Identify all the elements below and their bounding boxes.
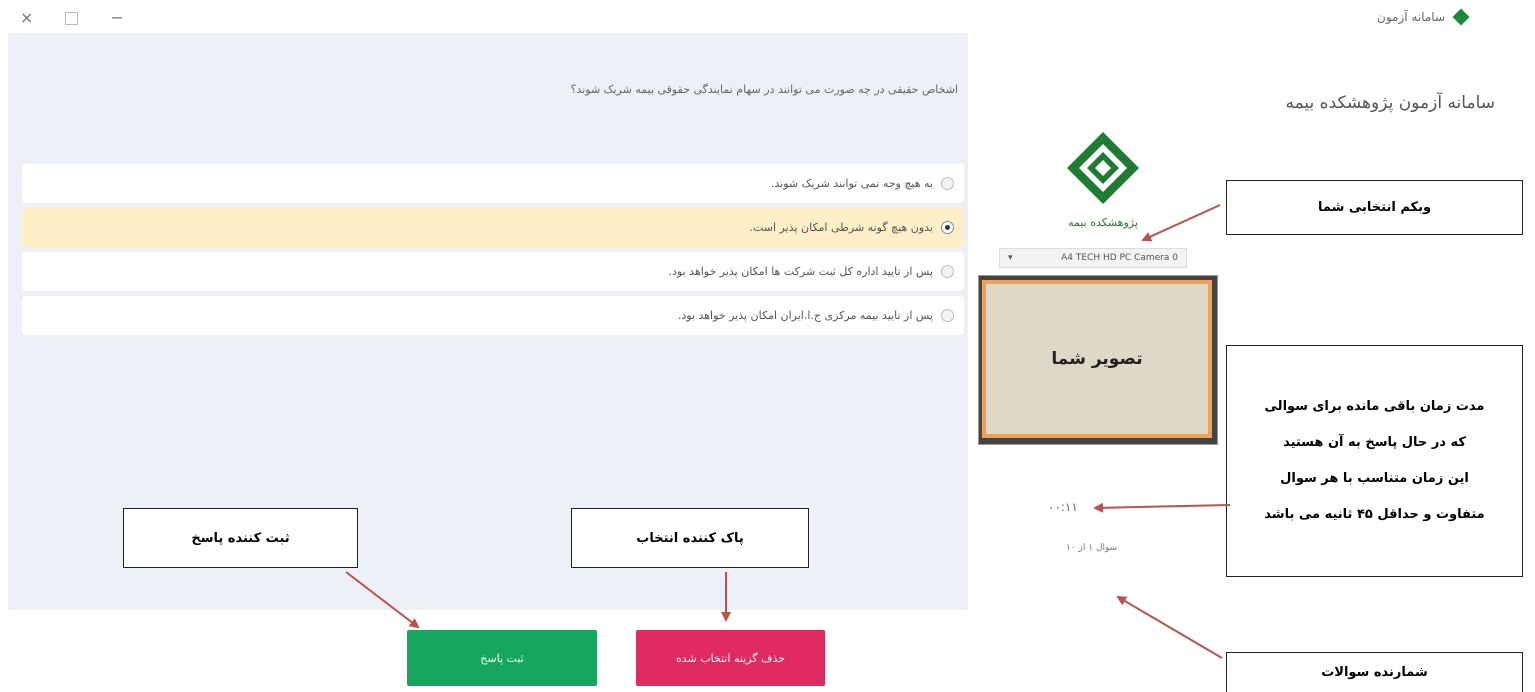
app-icon — [1452, 8, 1470, 26]
arrow-to-webcam — [1141, 204, 1221, 242]
radio-button[interactable] — [941, 265, 954, 278]
arrow-to-counter — [1116, 595, 1223, 659]
callout-webcam: وبکم انتخابی شما — [1226, 180, 1523, 235]
window-controls: × − — [20, 8, 124, 28]
chevron-down-icon: ▾ — [1008, 253, 1013, 263]
option-label: بدون هیچ گونه شرطی امکان پذیر است. — [749, 221, 933, 234]
question-counter: سوال ۱ از ۱۰ — [1066, 543, 1118, 553]
option-3[interactable]: پس از تایید اداره کل ثبت شرکت ها امکان پ… — [22, 252, 964, 291]
camera-select[interactable]: ▾ A4 TECH HD PC Camera 0 — [999, 248, 1187, 268]
camera-select-value: A4 TECH HD PC Camera 0 — [1061, 253, 1178, 263]
callout-clear-selection: پاک کننده انتخاب — [571, 508, 809, 568]
institute-logo: پژوهشکده بیمه — [1067, 132, 1139, 229]
callout-line: متفاوت و حداقل ۴۵ ثانیه می باشد — [1264, 507, 1485, 522]
callout-line: مدت زمان باقی مانده برای سوالی — [1264, 399, 1485, 414]
minimize-icon[interactable]: − — [110, 8, 123, 28]
camera-preview: تصویر شما — [982, 280, 1212, 438]
radio-button[interactable] — [941, 177, 954, 190]
clear-selection-button[interactable]: حذف گزینه انتخاب شده — [636, 630, 825, 686]
question-text: اشخاص حقیقی در چه صورت می توانند در سهام… — [570, 83, 958, 96]
callout-time-remaining: مدت زمان باقی مانده برای سوالی که در حال… — [1226, 345, 1523, 577]
option-label: پس از تایید بیمه مرکزی ج.ا.ایران امکان پ… — [677, 309, 933, 322]
option-1[interactable]: به هیچ وجه نمی توانند شریک شوند. — [22, 164, 964, 203]
option-4[interactable]: پس از تایید بیمه مرکزی ج.ا.ایران امکان پ… — [22, 296, 964, 335]
option-label: به هیچ وجه نمی توانند شریک شوند. — [770, 177, 933, 190]
callout-line: که در حال پاسخ به آن هستید — [1283, 435, 1466, 450]
option-label: پس از تایید اداره کل ثبت شرکت ها امکان پ… — [668, 265, 933, 278]
camera-preview-label: تصویر شما — [1051, 349, 1143, 369]
radio-button[interactable] — [941, 309, 954, 322]
option-2[interactable]: بدون هیچ گونه شرطی امکان پذیر است. — [22, 208, 964, 247]
callout-submit-answer: ثبت کننده پاسخ — [123, 508, 358, 568]
maximize-icon[interactable] — [65, 11, 79, 25]
radio-button-checked[interactable] — [941, 221, 954, 234]
system-title: سامانه آزمون پژوهشکده بیمه — [1285, 93, 1495, 113]
window-title: سامانه آزمون — [1377, 10, 1445, 24]
arrow-to-timer — [1093, 502, 1231, 513]
logo-text: پژوهشکده بیمه — [1068, 216, 1138, 229]
callout-question-counter: شمارنده سوالات — [1226, 652, 1523, 692]
submit-answer-button[interactable]: ثبت پاسخ — [407, 630, 597, 686]
callout-line: این زمان متناسب با هر سوال — [1280, 471, 1469, 486]
window-title-bar: سامانه آزمون — [1377, 8, 1470, 26]
question-timer: ۰۰:۱۱ — [1048, 500, 1078, 514]
close-icon[interactable]: × — [20, 8, 33, 28]
